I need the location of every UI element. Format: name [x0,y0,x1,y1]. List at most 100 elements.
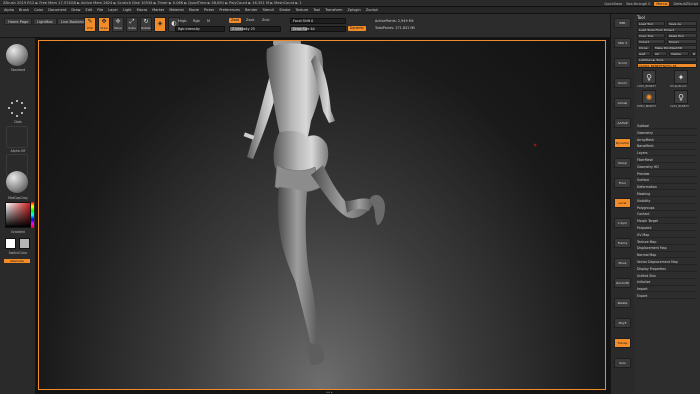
view-zoom3d-button[interactable]: Zoom3D [614,278,631,288]
menu-preferences[interactable]: Preferences [219,8,240,12]
save-as-button[interactable]: Save As [667,21,697,26]
view-move-button[interactable]: Move [614,258,631,268]
gizmo-mode-button[interactable]: ◈ [154,17,166,32]
menu-stroke[interactable]: Stroke [279,8,290,12]
subpalette-arraymesh[interactable]: ArrayMesh [637,138,697,143]
menu-zscript[interactable]: Zscript [366,8,378,12]
view-aahalf-button[interactable]: AAHalf [614,118,631,128]
subpalette-initialize[interactable]: Initialize [637,280,697,286]
subpalette-masking[interactable]: Masking [637,192,697,198]
focal-shift-slider[interactable]: Focal Shift 0 [290,18,346,24]
rotate-mode-button[interactable]: ↻ Rotate [140,17,152,32]
subpalette-surface[interactable]: Surface [637,178,697,184]
menu-edit[interactable]: Edit [86,8,93,12]
subpalette-polypaint[interactable]: Polypaint [637,226,697,232]
view-bpr-button[interactable]: BPR [614,18,631,28]
tool-thumb-1[interactable]: ♀ [642,70,656,84]
subpalette-geometry[interactable]: Geometry [637,131,697,136]
menu-document[interactable]: Document [48,8,66,12]
subpalette-preview[interactable]: Preview [637,172,697,177]
view-persp-button[interactable]: Persp [614,158,631,168]
lightbox-button[interactable]: LightBox [33,18,57,25]
sculpt-model[interactable] [39,41,606,390]
dynamic-toggle[interactable]: Dynamic [348,26,367,31]
subpalette-fibermesh[interactable]: FiberMesh [637,158,697,164]
subpalette-uv-map[interactable]: UV Map [637,233,697,238]
subpalette-display-properties[interactable]: Display Properties [637,267,697,272]
menu-material[interactable]: Material [169,8,183,12]
subpalette-export[interactable]: Export [637,294,697,300]
menu-picker[interactable]: Picker [204,8,214,12]
tool-thumb-4[interactable]: ♀ [674,90,688,104]
paste-tool-button[interactable]: Paste Tool [667,33,697,38]
menu-movie[interactable]: Movie [189,8,199,12]
scale-mode-button[interactable]: ⤢ Scale [126,17,138,32]
mrgb-toggle[interactable]: Mrgb [178,19,187,23]
alternate-button[interactable]: Alternate [4,259,30,263]
menu-light[interactable]: Light [123,8,132,12]
menu-render[interactable]: Render [245,8,257,12]
menu-marker[interactable]: Marker [152,8,164,12]
subpalette-morph-target[interactable]: Morph Target [637,219,697,225]
view-solo-button[interactable]: Solo [614,358,631,368]
view-scroll-button[interactable]: Scroll [614,58,631,68]
menu-tool[interactable]: Tool [313,8,320,12]
foreground-color-swatch[interactable] [5,238,16,249]
edit-mode-button[interactable]: ✎ Edit [84,17,96,32]
switch-color-label[interactable]: SwitchColor [2,251,34,255]
tool-thumb-2[interactable]: ✦ [674,70,688,84]
menu-file[interactable]: File [97,8,103,12]
menu-color[interactable]: Color [34,8,43,12]
background-color-swatch[interactable] [19,238,30,249]
view-actual-button[interactable]: Actual [614,98,631,108]
subpalette-nanomesh[interactable]: NanoMesh [637,144,697,150]
default-zscript-button[interactable]: DefaultZScript [673,2,698,6]
hue-strip[interactable] [31,202,34,228]
current-tool-slider[interactable]: CLOGS_BKNEXTNCHG 48 [637,63,697,68]
standard-brush-icon[interactable] [6,44,28,66]
export-button[interactable]: Export [667,39,697,44]
view-l-sym-button[interactable]: L.Sym [614,218,631,228]
color-picker[interactable] [5,202,31,228]
all-button[interactable]: All [653,51,667,56]
see-through-slider[interactable]: See-through 0 [626,2,650,6]
stroke-dots-icon[interactable] [8,100,26,118]
matcap-material-icon[interactable] [6,171,28,193]
view-polyf-button[interactable]: PolyF [614,318,631,328]
menu-draw[interactable]: Draw [71,8,80,12]
zsub-toggle[interactable]: Zsub [246,18,254,22]
tool-thumb-3[interactable]: ✺ [642,90,656,104]
import-button[interactable]: Import [637,39,665,44]
subpalette-deformation[interactable]: Deformation [637,185,697,191]
rgb-toggle[interactable]: Rgb [193,19,200,23]
draw-mode-button[interactable]: ✥ Draw [98,17,110,32]
subpalette-vector-displacement-map[interactable]: Vector Displacement Map [637,260,697,266]
view-rotate-button[interactable]: Rotate [614,298,631,308]
menu-macro[interactable]: Macro [137,8,148,12]
view-spix-3-button[interactable]: SPix 3 [614,38,631,48]
subpalette-contact[interactable]: Contact [637,212,697,218]
menu-texture[interactable]: Texture [295,8,308,12]
clone-button[interactable]: Clone [637,45,651,50]
visible-button[interactable]: Visible [669,51,689,56]
subpalette-texture-map[interactable]: Texture Map [637,240,697,245]
draw-size-slider[interactable]: Draw Size 64 [290,26,346,32]
subpalette-visibility[interactable]: Visibility [637,199,697,204]
menu-alpha[interactable]: Alpha [4,8,14,12]
goz-button[interactable]: GoZ [637,51,651,56]
m-toggle[interactable]: M [207,19,210,23]
3d-viewport[interactable] [38,40,606,390]
menu-transform[interactable]: Transform [325,8,342,12]
menu-zplugin[interactable]: Zplugin [347,8,360,12]
make-polymesh3d-button[interactable]: Make PolyMesh3D [653,45,697,50]
subpalette-geometry-hd[interactable]: Geometry HD [637,165,697,170]
alpha-slot-icon[interactable] [6,126,28,148]
subpalette-import[interactable]: Import [637,287,697,293]
home-page-button[interactable]: Home Page [4,18,33,25]
move-mode-button[interactable]: ✢ Move [112,17,124,32]
subpalette-displacement-map[interactable]: Displacement Map [637,246,697,252]
r-button[interactable]: R [691,51,697,56]
quicksave-button[interactable]: QuickSave [604,2,622,6]
subpalette-unified-skin[interactable]: Unified Skin [637,274,697,279]
subpalette-polygroups[interactable]: Polygroups [637,206,697,211]
